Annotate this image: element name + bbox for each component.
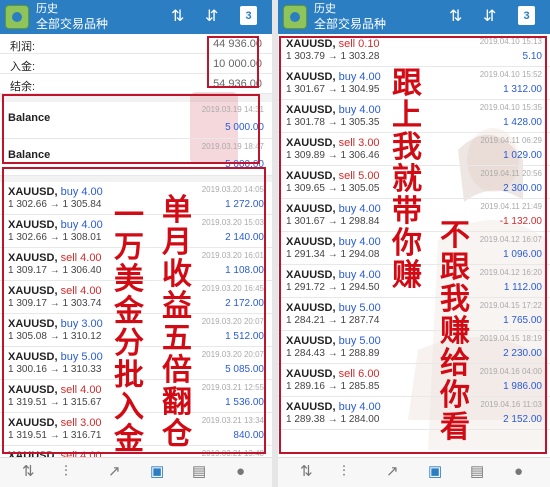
header-subtitle[interactable]: 全部交易品种 <box>314 17 386 31</box>
chart-icon[interactable]: ⫶ <box>342 463 346 480</box>
app-header: 历史 全部交易品种 ⇅ ⇵ 3 <box>0 0 272 34</box>
annotation-text-profit: 单月收益五倍翻仓 <box>162 193 192 452</box>
quotes-icon[interactable]: ⇅ <box>22 463 35 480</box>
news-icon[interactable]: ▤ <box>192 463 206 480</box>
news-icon[interactable]: ▤ <box>470 463 484 480</box>
app-logo-icon[interactable] <box>5 5 29 29</box>
swap-icon[interactable]: ⇅ <box>449 8 462 26</box>
header-subtitle[interactable]: 全部交易品种 <box>36 17 108 31</box>
summary-label: 入金: <box>10 61 36 73</box>
annotation-text-earn: 不跟我赚给你看 <box>440 218 470 445</box>
left-history-screen: 历史 全部交易品种 ⇅ ⇵ 3 利润: 44 936.00 入金: 10 000… <box>0 0 272 487</box>
swap-icon[interactable]: ⇅ <box>171 8 184 26</box>
bottom-nav: ⇅ ⫶ ↗ ▣ ▤ ● <box>0 457 272 487</box>
header-title: 历史 <box>36 3 58 15</box>
chat-icon[interactable]: ● <box>514 463 523 480</box>
bottom-nav: ⇅ ⫶ ↗ ▣ ▤ ● <box>278 457 550 487</box>
calendar-icon[interactable]: 3 <box>240 6 257 25</box>
trade-icon[interactable]: ↗ <box>108 463 121 480</box>
chat-icon[interactable]: ● <box>236 463 245 480</box>
trade-icon[interactable]: ↗ <box>386 463 399 480</box>
history-icon[interactable]: ▣ <box>428 463 442 480</box>
summary-label: 结余: <box>10 81 36 93</box>
app-logo-icon[interactable] <box>283 5 307 29</box>
app-header: 历史 全部交易品种 ⇅ ⇵ 3 <box>278 0 550 34</box>
quotes-icon[interactable]: ⇅ <box>300 463 313 480</box>
annotation-text-follow: 跟上我就带你赚 <box>392 66 422 293</box>
sort-icon[interactable]: ⇵ <box>483 8 496 26</box>
header-title: 历史 <box>314 3 336 15</box>
highlight-box-balances <box>2 94 260 164</box>
calendar-icon[interactable]: 3 <box>518 6 535 25</box>
chart-icon[interactable]: ⫶ <box>64 463 68 480</box>
right-history-screen: 历史 全部交易品种 ⇅ ⇵ 3 XAUUSD, sell 0.10 1 303.7… <box>278 0 550 487</box>
highlight-box-summary <box>207 36 259 88</box>
summary-label: 利润: <box>10 41 36 53</box>
annotation-text-deposit: 一万美金分批入金 <box>114 198 144 457</box>
sort-icon[interactable]: ⇵ <box>205 8 218 26</box>
history-icon[interactable]: ▣ <box>150 463 164 480</box>
